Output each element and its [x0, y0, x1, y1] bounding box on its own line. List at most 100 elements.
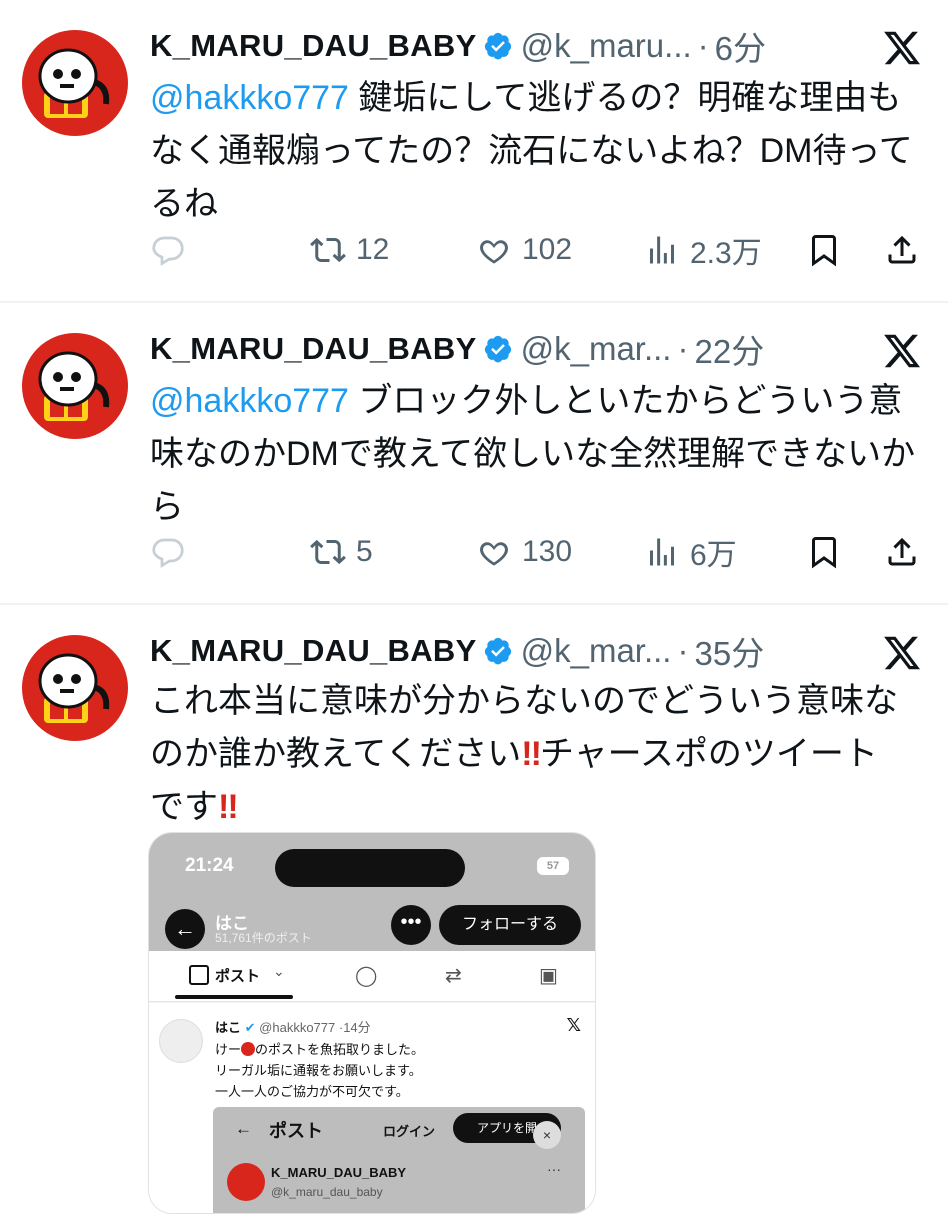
media-tab-icon[interactable]: ▣ — [539, 963, 558, 988]
action-bar: 12 102 2.3万 — [150, 228, 930, 272]
avatar[interactable] — [22, 333, 128, 439]
handle[interactable]: @k_mar... — [521, 632, 672, 670]
display-name[interactable]: K_MARU_DAU_BABY — [150, 633, 477, 669]
verified-badge-icon: ✔ — [244, 1020, 256, 1035]
retweet-button[interactable]: 12 — [310, 228, 389, 272]
avatar[interactable] — [22, 635, 128, 741]
heart-icon — [480, 240, 508, 264]
views-button[interactable]: 2.3万 — [644, 228, 762, 272]
avatar — [227, 1163, 265, 1201]
mascot-avatar-image — [38, 351, 110, 421]
retweet-count: 12 — [356, 233, 390, 266]
mention-link[interactable]: @hakkko777 — [150, 79, 349, 117]
tweet-2[interactable]: K_MARU_DAU_BABY @k_mar... · 22分 @hakkko7… — [0, 303, 948, 603]
more-button[interactable]: ••• — [391, 905, 431, 945]
handle[interactable]: @k_maru... — [521, 27, 692, 65]
text-line: です — [150, 788, 218, 826]
back-arrow-icon[interactable]: ← — [165, 909, 205, 949]
mention-link[interactable]: @hakkko777 — [150, 382, 349, 420]
timestamp[interactable]: 6分 — [715, 22, 766, 70]
reply-button[interactable] — [150, 228, 186, 272]
display-name[interactable]: K_MARU_DAU_BABY — [150, 331, 477, 367]
tweet-text: @hakkko777 鍵垢にして逃げるの？明確な理由も なく通報煽ってたの？流石… — [150, 72, 920, 231]
chevron-down-icon[interactable]: ⌄ — [273, 963, 285, 980]
timestamp[interactable]: 35分 — [694, 627, 764, 675]
replies-tab-icon[interactable]: ◯ — [355, 963, 377, 988]
verified-badge-icon — [484, 335, 511, 363]
views-icon — [650, 538, 674, 566]
close-icon[interactable]: × — [533, 1121, 561, 1149]
avatar[interactable] — [22, 30, 128, 136]
timestamp[interactable]: 22分 — [694, 325, 764, 373]
text-line: けー — [215, 1042, 242, 1057]
embedded-text: けー のポストを魚拓取りました。 リーガル垢に通報をお願いします。 一人一人のご協… — [215, 1039, 424, 1102]
double-exclamation-emoji: !! — [521, 735, 542, 773]
profile-tabs: ポスト ⌄ ◯ ⇄ ▣ — [149, 951, 595, 1002]
like-button[interactable]: 102 — [476, 228, 572, 272]
red-circle-emoji — [241, 1042, 256, 1056]
nested-title: ポスト — [269, 1121, 323, 1141]
ghost-avatar[interactable] — [159, 1019, 203, 1063]
views-button[interactable]: 6万 — [644, 530, 737, 574]
separator-dot: · — [677, 632, 689, 669]
embedded-name: はこ — [215, 1020, 242, 1035]
text-line: ブロック外しといたからどういう意 — [348, 382, 903, 420]
share-button[interactable] — [884, 530, 920, 574]
text-line: リーガル垢に通報をお願いします。 — [215, 1063, 422, 1078]
views-icon — [650, 236, 674, 264]
tweet-text: これ本当に意味が分からないのでどういう意味な のか誰か教えてください!!チャース… — [150, 675, 920, 834]
verified-badge-icon — [484, 637, 511, 665]
bookmark-button[interactable] — [806, 228, 842, 272]
bookmark-icon — [812, 235, 836, 267]
x-logo-icon: 𝕏 — [566, 1015, 581, 1035]
bookmark-button[interactable] — [806, 530, 842, 574]
text-line: チャースポのツイート — [539, 735, 878, 773]
share-icon — [888, 235, 916, 264]
text-line: 味なのかDMで教えて欲しいな全然理解できないか — [150, 435, 916, 473]
embedded-time: ·14分 — [338, 1020, 371, 1035]
embedded-tweet[interactable]: はこ ✔ @hakkko777 ·14分 𝕏 けー のポストを魚拓取りました。 リ… — [149, 1003, 595, 1213]
share-icon — [888, 537, 916, 566]
like-count: 130 — [522, 535, 573, 568]
nested-name: K_MARU_DAU_BABY — [271, 1165, 407, 1180]
nested-handle: @k_maru_dau_baby — [271, 1185, 383, 1199]
attached-image[interactable]: 21:24 57 ← はこ 51,761件のポスト ••• フォローする ポスト… — [148, 832, 596, 1214]
post-count: 51,761件のポスト — [215, 931, 312, 945]
battery-indicator: 57 — [537, 857, 569, 875]
status-time: 21:24 — [185, 855, 234, 876]
more-icon[interactable]: ··· — [547, 1161, 561, 1177]
share-button[interactable] — [884, 228, 920, 272]
tweet-1[interactable]: K_MARU_DAU_BABY @k_maru... · 6分 @hakkko7… — [0, 0, 948, 300]
separator-dot: · — [697, 27, 709, 64]
retweet-button[interactable]: 5 — [310, 530, 373, 574]
reply-icon — [152, 236, 184, 266]
retweet-tab-icon[interactable]: ⇄ — [445, 963, 462, 988]
tweet-text: @hakkko777 ブロック外しといたからどういう意 味なのかDMで教えて欲し… — [150, 375, 920, 534]
active-tab-indicator — [175, 995, 293, 999]
verified-badge-icon — [484, 32, 511, 60]
like-button[interactable]: 130 — [476, 530, 572, 574]
dynamic-island — [275, 849, 465, 887]
text-line: 一人一人のご協力が不可欠です。 — [215, 1084, 409, 1099]
nested-screenshot[interactable]: ← ポスト ログイン アプリを開 × K_MARU_DAU_BABY @k_ma… — [213, 1107, 585, 1213]
text-line: のポストを魚拓取りました。 — [255, 1042, 425, 1057]
text-line: るね — [150, 185, 218, 223]
handle[interactable]: @k_mar... — [521, 330, 672, 368]
heart-icon — [480, 542, 508, 566]
x-logo-icon[interactable] — [882, 633, 922, 673]
x-logo-icon[interactable] — [882, 28, 922, 68]
retweet-icon — [310, 539, 346, 565]
follow-button[interactable]: フォローする — [439, 905, 581, 945]
double-exclamation-emoji: !! — [218, 788, 239, 826]
tab-post[interactable]: ポスト — [215, 965, 260, 986]
reply-button[interactable] — [150, 530, 186, 574]
views-count: 6万 — [690, 539, 737, 572]
like-count: 102 — [522, 233, 573, 266]
text-line: なく通報煽ってたの？流石にないよね？DM待って — [150, 132, 913, 170]
login-button[interactable]: ログイン — [383, 1121, 435, 1140]
bookmark-icon — [812, 537, 836, 569]
display-name[interactable]: K_MARU_DAU_BABY — [150, 28, 477, 64]
x-logo-icon[interactable] — [882, 331, 922, 371]
back-arrow-icon[interactable]: ← — [235, 1119, 252, 1139]
text-line: ら — [150, 488, 184, 526]
